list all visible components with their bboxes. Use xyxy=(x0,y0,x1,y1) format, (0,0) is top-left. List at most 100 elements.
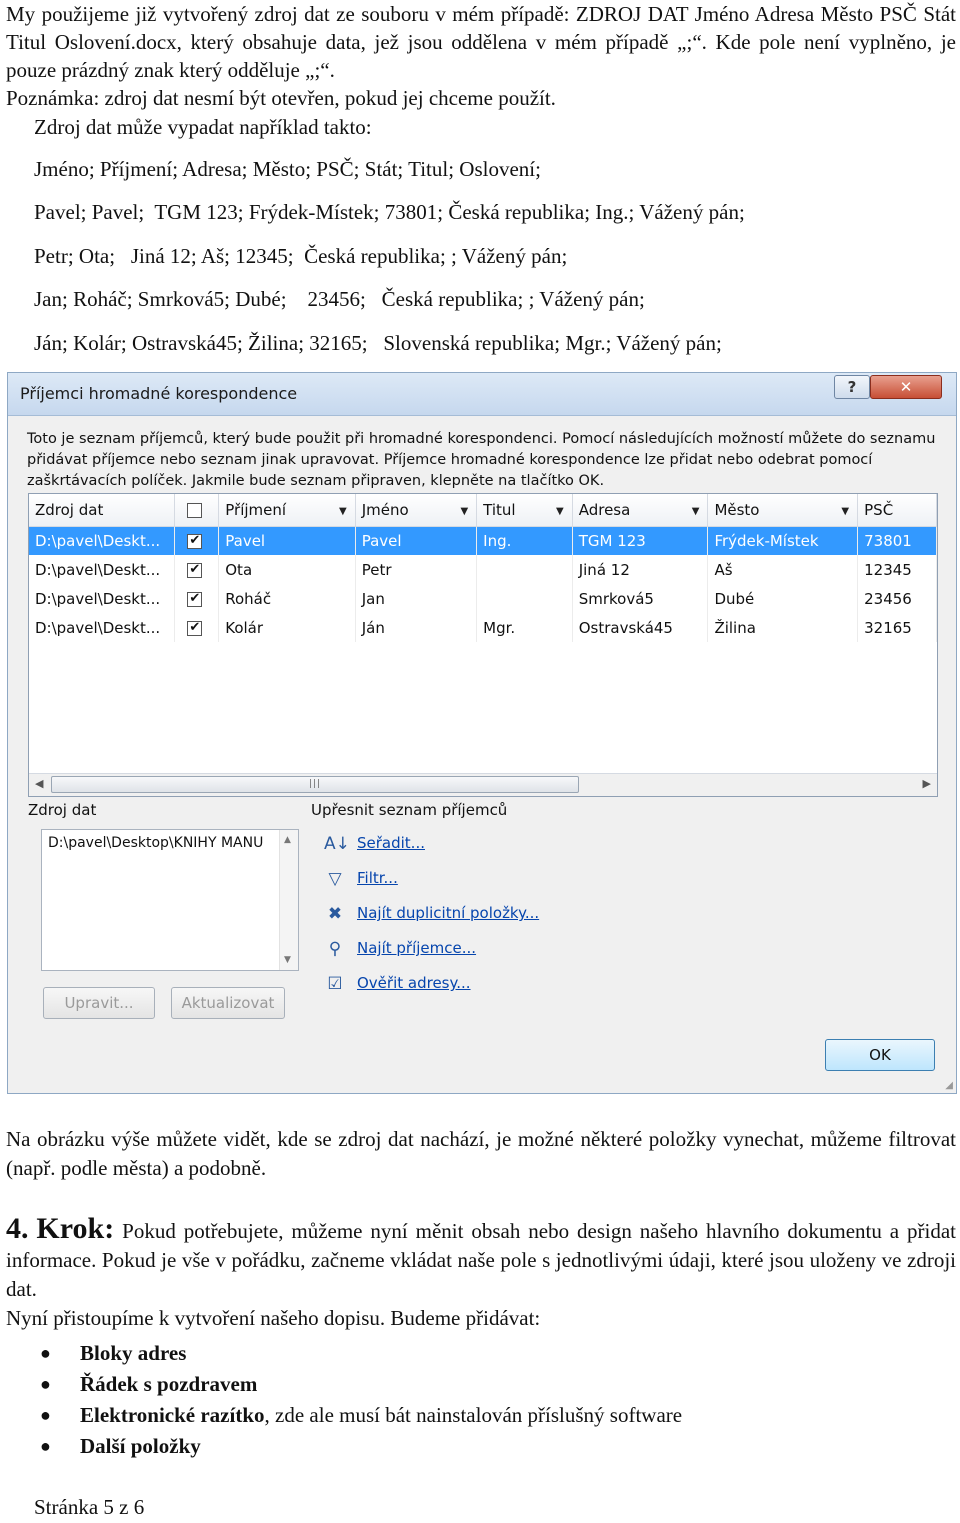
column-header-address[interactable]: Adresa ▼ xyxy=(572,494,709,527)
recipients-grid: Zdroj dat Příjmení ▼ Jméno ▼ Titul ▼ Adresa… xyxy=(28,493,938,797)
step-text: Pokud potřebujete, můžeme nyní měnit obs… xyxy=(6,1219,957,1301)
refine-link[interactable]: Najít duplicitní položky... xyxy=(357,904,539,922)
cell-zip[interactable]: 12345 xyxy=(857,555,937,584)
scrollbar-thumb[interactable]: ||| xyxy=(51,776,579,793)
edit-button[interactable]: Upravit... xyxy=(43,987,155,1019)
dialog-description: Toto je seznam příjemců, který bude použ… xyxy=(27,431,936,489)
source-label: Zdroj dat xyxy=(28,801,97,819)
vertical-scrollbar[interactable]: ▲ ▼ xyxy=(279,830,298,970)
example-row-2: Petr; Ota; Jiná 12; Aš; 12345; Česká rep… xyxy=(34,244,568,268)
cell-title[interactable]: Ing. xyxy=(476,526,573,555)
cell-address[interactable]: Smrková5 xyxy=(572,584,709,613)
row-checkbox-cell[interactable]: ✔ xyxy=(174,555,220,584)
column-header-checkbox[interactable] xyxy=(174,494,220,527)
scroll-right-icon[interactable]: ▶ xyxy=(923,777,931,790)
bullet-bold-text: Další položky xyxy=(80,1434,201,1458)
bullet-bold-text: Bloky adres xyxy=(80,1341,187,1365)
select-all-checkbox[interactable] xyxy=(187,502,203,518)
table-row[interactable]: D:\pavel\Deskt... ✔ Pavel Pavel Ing. TGM 123 F… xyxy=(29,526,937,555)
chevron-down-icon[interactable]: ▼ xyxy=(339,506,347,517)
cell-name[interactable]: Ján xyxy=(355,613,478,642)
cell-zip[interactable]: 73801 xyxy=(857,526,937,555)
table-row[interactable]: D:\pavel\Deskt... ✔ Kolár Ján Mgr. Ostravská4… xyxy=(29,613,937,642)
step-number: 4. xyxy=(6,1212,29,1245)
column-header-title[interactable]: Titul ▼ xyxy=(476,494,573,527)
refresh-button[interactable]: Aktualizovat xyxy=(171,987,285,1019)
page-footer: Stránka 5 z 6 xyxy=(34,1495,145,1519)
example-title: Zdroj dat může vypadat například takto: xyxy=(34,115,372,139)
intro-text: My použijeme již vytvořený zdroj dat ze … xyxy=(6,0,956,112)
cell-surname[interactable]: Roháč xyxy=(218,584,356,613)
cell-surname[interactable]: Pavel xyxy=(218,526,356,555)
cell-title[interactable] xyxy=(476,555,573,584)
bullet-icon: ● xyxy=(40,1374,51,1394)
cell-city[interactable]: Dubé xyxy=(707,584,859,613)
cell-zip[interactable]: 23456 xyxy=(857,584,937,613)
list-item: ● Bloky adres xyxy=(0,1338,682,1369)
cell-address[interactable]: TGM 123 xyxy=(572,526,709,555)
table-row[interactable]: D:\pavel\Deskt... ✔ Ota Petr Jiná 12 Aš 12345 xyxy=(29,555,937,584)
cell-address[interactable]: Ostravská45 xyxy=(572,613,709,642)
row-checkbox-cell[interactable]: ✔ xyxy=(174,584,220,613)
cell-source[interactable]: D:\pavel\Deskt... xyxy=(29,584,176,613)
row-checkbox[interactable]: ✔ xyxy=(187,562,203,578)
dialog-title: Příjemci hromadné korespondence xyxy=(20,384,298,403)
cell-surname[interactable]: Ota xyxy=(218,555,356,584)
cell-title[interactable] xyxy=(476,584,573,613)
cell-name[interactable]: Petr xyxy=(355,555,478,584)
refine-link[interactable]: Najít příjemce... xyxy=(357,939,476,957)
step-next: Nyní přistoupíme k vytvoření našeho dopi… xyxy=(6,1306,541,1330)
bullet-bold-text: Řádek s pozdravem xyxy=(80,1372,258,1396)
mail-merge-recipients-dialog: Příjemci hromadné korespondence ? ✕ Toto… xyxy=(7,372,957,1094)
cell-source[interactable]: D:\pavel\Deskt... xyxy=(29,526,176,555)
help-button[interactable]: ? xyxy=(834,375,870,399)
chevron-down-icon[interactable]: ▼ xyxy=(841,506,849,517)
refine-link[interactable]: Ověřit adresy... xyxy=(357,974,471,992)
cell-city[interactable]: Žilina xyxy=(707,613,859,642)
step-word: Krok: xyxy=(36,1212,115,1245)
cell-source[interactable]: D:\pavel\Deskt... xyxy=(29,555,176,584)
cell-address[interactable]: Jiná 12 xyxy=(572,555,709,584)
scroll-up-icon[interactable]: ▲ xyxy=(284,835,291,845)
row-checkbox-cell[interactable]: ✔ xyxy=(174,613,220,642)
dialog-titlebar: Příjemci hromadné korespondence ? ✕ xyxy=(8,373,956,416)
chevron-down-icon[interactable]: ▼ xyxy=(692,506,700,517)
source-list[interactable]: D:\pavel\Desktop\KNIHY MANU ▲ ▼ xyxy=(41,829,299,971)
cell-name[interactable]: Pavel xyxy=(355,526,478,555)
cell-surname[interactable]: Kolár xyxy=(218,613,356,642)
table-row[interactable]: D:\pavel\Deskt... ✔ Roháč Jan Smrková5 Dubé 23… xyxy=(29,584,937,613)
cell-title[interactable]: Mgr. xyxy=(476,613,573,642)
row-checkbox-cell[interactable]: ✔ xyxy=(174,526,220,555)
scroll-down-icon[interactable]: ▼ xyxy=(284,955,291,965)
cell-city[interactable]: Aš xyxy=(707,555,859,584)
refine-link[interactable]: Seřadit... xyxy=(357,834,425,852)
chevron-down-icon[interactable]: ▼ xyxy=(460,506,468,517)
row-checkbox[interactable]: ✔ xyxy=(187,591,203,607)
column-header-zip[interactable]: PSČ xyxy=(857,494,937,527)
bullet-icon: ● xyxy=(40,1343,51,1363)
scroll-left-icon[interactable]: ◀ xyxy=(35,777,43,790)
close-button[interactable]: ✕ xyxy=(870,375,942,399)
column-header-source[interactable]: Zdroj dat xyxy=(29,494,176,527)
filter-icon: ▽ xyxy=(328,869,342,889)
cell-source[interactable]: D:\pavel\Deskt... xyxy=(29,613,176,642)
row-checkbox[interactable]: ✔ xyxy=(187,533,203,549)
cell-city[interactable]: Frýdek-Místek xyxy=(707,526,859,555)
cell-name[interactable]: Jan xyxy=(355,584,478,613)
resize-grip-icon[interactable]: ◢ xyxy=(945,1080,953,1091)
ok-button[interactable]: OK xyxy=(825,1039,935,1071)
row-checkbox[interactable]: ✔ xyxy=(187,620,203,636)
bullet-list: ● Bloky adres ● Řádek s pozdravem ● Elektroni… xyxy=(0,1338,682,1462)
column-header-name[interactable]: Jméno ▼ xyxy=(355,494,478,527)
chevron-down-icon[interactable]: ▼ xyxy=(556,506,564,517)
refine-link[interactable]: Filtr... xyxy=(357,869,398,887)
horizontal-scrollbar[interactable]: ◀ ||| ▶ xyxy=(29,773,937,796)
refine-label: Upřesnit seznam příjemců xyxy=(311,801,508,819)
list-item: ● Další položky xyxy=(0,1431,682,1462)
column-header-city[interactable]: Město ▼ xyxy=(707,494,859,527)
example-row-4: Ján; Kolár; Ostravská45; Žilina; 32165; … xyxy=(34,331,722,355)
source-list-item[interactable]: D:\pavel\Desktop\KNIHY MANU xyxy=(48,835,276,851)
cell-zip[interactable]: 32165 xyxy=(857,613,937,642)
intro-paragraph: My použijeme již vytvořený zdroj dat ze … xyxy=(6,2,956,82)
column-header-surname[interactable]: Příjmení ▼ xyxy=(218,494,356,527)
